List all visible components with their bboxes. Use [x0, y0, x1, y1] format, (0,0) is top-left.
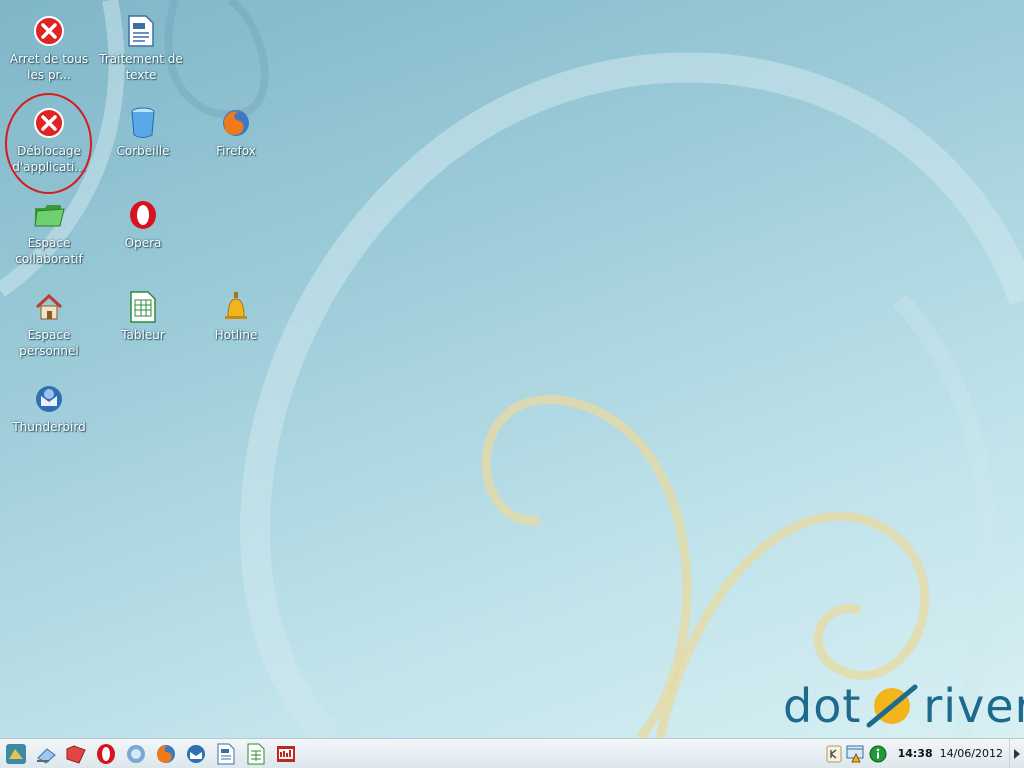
desktop-icon-opera[interactable]: Opera [97, 198, 189, 251]
desktop-icon-label: Firefox [216, 144, 256, 158]
folder-icon [32, 198, 66, 232]
taskbar: 14:38 14/06/2012 [0, 738, 1024, 768]
desktop-icon-label: Corbeille [116, 144, 170, 158]
launcher-thunderbird[interactable] [183, 741, 209, 767]
launcher-presentation[interactable] [273, 741, 299, 767]
stop-icon [32, 106, 66, 140]
tray-keyboard[interactable] [824, 744, 844, 764]
launcher-show-desktop[interactable] [33, 741, 59, 767]
desktop-icon-arret[interactable]: Arret de tous les pr... [3, 14, 95, 83]
launcher-folder[interactable] [63, 741, 89, 767]
bell-icon [219, 290, 253, 324]
desktop-icon-label: Thunderbird [12, 420, 86, 434]
tray-expand-button[interactable] [1009, 739, 1024, 768]
presentation-icon [277, 745, 295, 762]
writer-icon [124, 14, 158, 48]
desktop-icon-label: Espace personnel [19, 328, 79, 358]
desktop-icon-label: Tableur [121, 328, 165, 342]
trash-icon [126, 106, 160, 140]
desktop-icon-label: Déblocage d'applicati... [12, 144, 86, 174]
stop-icon [32, 14, 66, 48]
start-menu-button[interactable] [3, 741, 29, 767]
folder-icon [66, 744, 86, 764]
desktop-icon-corbeille[interactable]: Corbeille [97, 106, 189, 159]
logo-text-river: river [923, 679, 1024, 733]
spreadsheet-icon [247, 743, 265, 764]
desktop-icon-hotline[interactable]: Hotline [190, 290, 282, 343]
logo-text-dot: dot [783, 679, 862, 733]
chevron-right-icon [1014, 748, 1020, 759]
logo-emblem-icon [866, 684, 918, 728]
thunderbird-icon [187, 744, 205, 763]
firefox-icon [157, 744, 175, 763]
launcher-writer[interactable] [213, 741, 239, 767]
firefox-icon [219, 106, 253, 140]
clock-date[interactable]: 14/06/2012 [940, 747, 1003, 760]
tray-network[interactable] [846, 744, 866, 764]
desktop-icon-label: Arret de tous les pr... [9, 52, 89, 82]
start-menu-icon [6, 743, 26, 764]
thunderbird-icon [32, 382, 66, 416]
writer-icon [217, 743, 235, 764]
desktop-icon-firefox[interactable]: Firefox [190, 106, 282, 159]
desktop-icon-label: Espace collaboratif [15, 236, 83, 266]
dotriver-logo: dot river [783, 676, 1024, 736]
spreadsheet-icon [126, 290, 160, 324]
desktop[interactable]: Arret de tous les pr... Déblocage d'appl… [0, 0, 1024, 738]
clock-time[interactable]: 14:38 [898, 747, 933, 760]
desktop-icon-espace-personnel[interactable]: Espace personnel [3, 290, 95, 359]
keyboard-icon [826, 745, 842, 762]
desktop-icon-traitement-de-texte[interactable]: Traitement de texte [95, 14, 187, 83]
system-tray: 14:38 14/06/2012 [822, 739, 1024, 768]
desktop-icon-label: Traitement de texte [99, 52, 183, 82]
desktop-icon-label: Opera [124, 236, 162, 250]
launcher-mail[interactable] [123, 741, 149, 767]
desktop-icon-deblocage[interactable]: Déblocage d'applicati... [3, 106, 95, 175]
desktop-icon-tableur[interactable]: Tableur [97, 290, 189, 343]
launcher-spreadsheet[interactable] [243, 741, 269, 767]
thunderbird-icon [127, 744, 145, 763]
tray-info[interactable] [868, 744, 888, 764]
opera-icon [126, 198, 160, 232]
desktop-icon-label: Hotline [214, 328, 258, 342]
desktop-icon-espace-collaboratif[interactable]: Espace collaboratif [3, 198, 95, 267]
desktop-icon [37, 747, 56, 764]
opera-icon [97, 743, 115, 764]
info-icon [869, 745, 887, 762]
launcher-opera[interactable] [93, 741, 119, 767]
network-icon [846, 745, 864, 762]
launcher-firefox[interactable] [153, 741, 179, 767]
desktop-icon-thunderbird[interactable]: Thunderbird [3, 382, 95, 435]
home-icon [32, 290, 66, 324]
